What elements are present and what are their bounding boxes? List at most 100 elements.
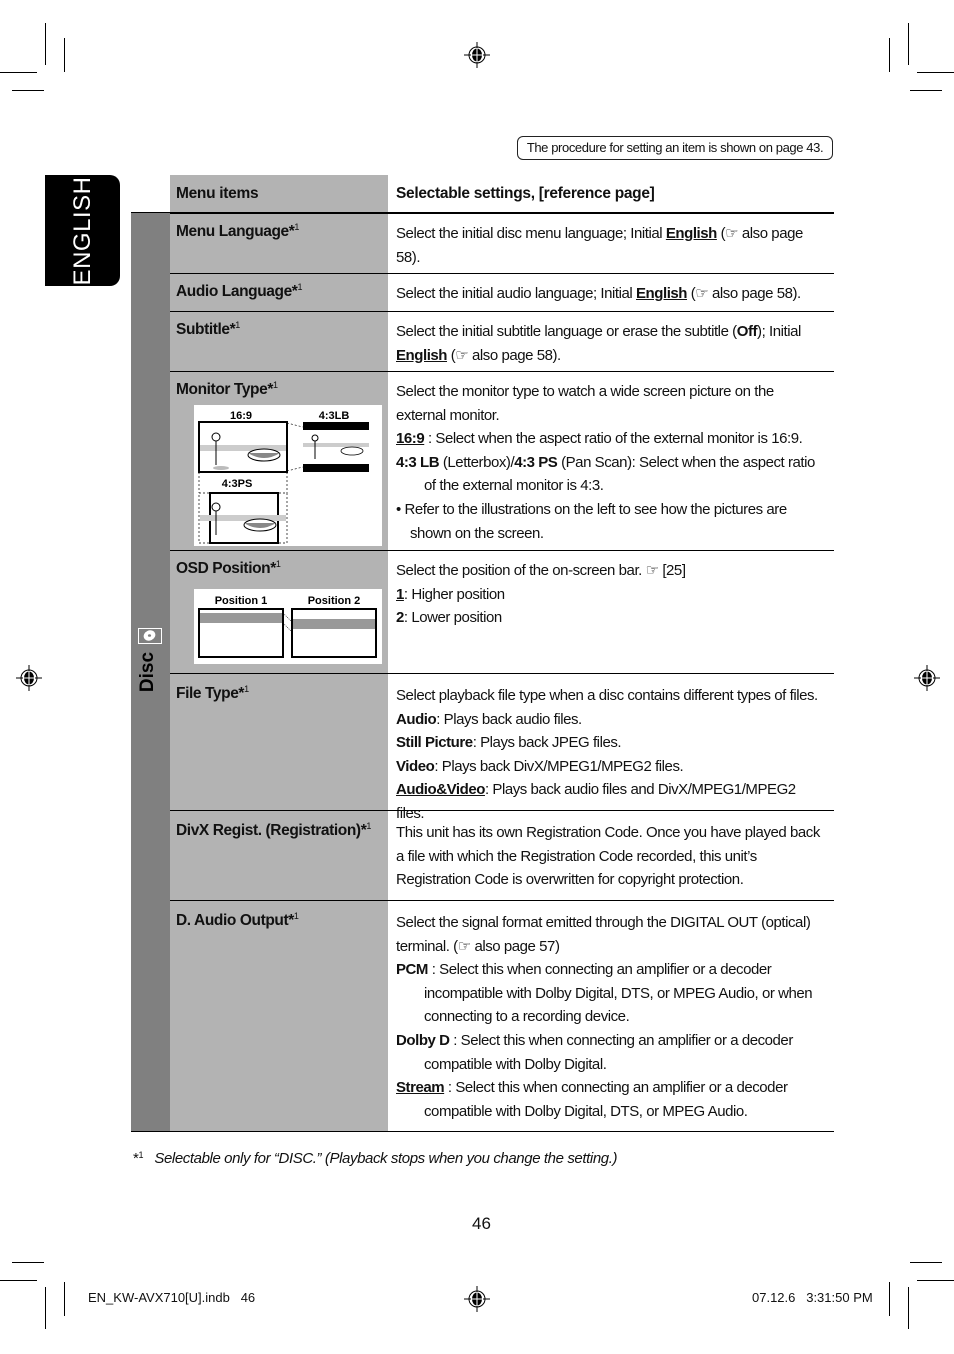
- description-text: : Higher position: [403, 585, 505, 603]
- description-line: Select the signal format emitted through…: [396, 911, 826, 958]
- disc-icon: [138, 628, 162, 644]
- description-line: 1: Higher position: [396, 583, 826, 607]
- row-divider: [170, 900, 834, 901]
- crop-mark: [908, 23, 909, 65]
- section-label: Disc: [137, 651, 158, 693]
- description-text: : Plays back audio files.: [436, 710, 582, 728]
- menu-item-label: OSD Position*1: [176, 559, 281, 577]
- option-name: PCM: [396, 961, 428, 979]
- menu-item-description: Select the signal format emitted through…: [396, 911, 826, 1123]
- description-line: Select playback file type when a disc co…: [396, 684, 826, 708]
- description-text: : Select this when connecting an amplifi…: [424, 1079, 788, 1120]
- option-name: Stream: [396, 1079, 445, 1097]
- description-line: Select the initial subtitle language or …: [396, 320, 826, 367]
- description-line: 2: Lower position: [396, 606, 826, 630]
- header-selectable-settings: Selectable settings, [reference page]: [388, 175, 834, 213]
- screen-16-9: [198, 421, 288, 473]
- header-menu-items: Menu items: [170, 175, 388, 213]
- illustration-label: 4:3PS: [222, 478, 253, 490]
- option-name: 4:3 PS: [514, 453, 558, 471]
- description-text: (Letterbox)/: [439, 453, 515, 471]
- description-line: 4:3 LB (Letterbox)/4:3 PS (Pan Scan): Se…: [396, 451, 826, 498]
- option-name: 2: [396, 609, 404, 627]
- registration-mark-icon: [464, 42, 490, 68]
- osd-screen-position-2: [291, 608, 377, 658]
- menu-item-label: Audio Language*1: [176, 282, 303, 300]
- monitor-type-illustration: 16:9 4:3LB 4:3PS: [194, 405, 382, 546]
- description-text: Select the monitor type to watch a wide …: [396, 383, 774, 424]
- table-row: DivX Regist. (Registration)*1 This unit …: [170, 813, 834, 900]
- menu-item-description: Select the initial subtitle language or …: [396, 320, 826, 367]
- menu-item-label: DivX Regist. (Registration)*1: [176, 821, 371, 839]
- description-line: Stream : Select this when connecting an …: [396, 1076, 826, 1123]
- osd-position-illustration: Position 1 Position 2: [194, 589, 382, 664]
- menu-item-description: This unit has its own Registration Code.…: [396, 821, 826, 892]
- option-name: Audio&Video: [396, 781, 485, 799]
- description-text: : Lower position: [403, 609, 502, 627]
- row-divider: [170, 673, 834, 674]
- illustration-label: Position 2: [308, 595, 361, 607]
- menu-item-description: Select the position of the on-screen bar…: [396, 559, 826, 630]
- description-text: Select the initial subtitle language or …: [396, 323, 737, 340]
- description-text: (☞ also page 58).: [687, 285, 801, 302]
- description-text: : Select when the aspect ratio of the ex…: [424, 430, 803, 448]
- language-tab-label: ENGLISH: [68, 176, 96, 285]
- table-row: Menu Language*1 Select the initial disc …: [170, 214, 834, 273]
- description-text: : Plays back JPEG files.: [472, 734, 622, 752]
- menu-item-label: Subtitle*1: [176, 320, 240, 338]
- illustration-label: Position 1: [215, 595, 268, 607]
- row-divider: [170, 810, 834, 811]
- crop-mark: [12, 1262, 44, 1263]
- table-row: Audio Language*1 Select the initial audi…: [170, 274, 834, 311]
- option-name: Audio: [396, 710, 437, 728]
- procedure-note: The procedure for setting an item is sho…: [517, 136, 833, 160]
- registration-mark-icon: [464, 1286, 490, 1312]
- crop-mark: [917, 1280, 954, 1281]
- description-line: 16:9 : Select when the aspect ratio of t…: [396, 427, 826, 451]
- page-number: 46: [472, 1214, 491, 1233]
- description-text: Select playback file type when a disc co…: [396, 687, 818, 704]
- crop-mark: [64, 38, 65, 72]
- menu-item-label: File Type*1: [176, 684, 249, 702]
- slug-filename: EN_KW-AVX710[U].indb 46: [88, 1290, 256, 1305]
- option-name: Still Picture: [396, 734, 473, 752]
- menu-item-description: Select playback file type when a disc co…: [396, 684, 826, 826]
- registration-mark-icon: [16, 665, 42, 691]
- table-bottom-rule: [131, 1131, 834, 1132]
- crop-mark: [889, 38, 890, 72]
- description-line: Select the initial disc menu language; I…: [396, 222, 826, 269]
- description-text: Select the signal format emitted through…: [396, 914, 811, 955]
- description-text: Select the initial audio language; Initi…: [396, 285, 636, 302]
- description-text: This unit has its own Registration Code.…: [396, 824, 820, 889]
- crop-mark: [917, 72, 954, 73]
- description-line: Select the monitor type to watch a wide …: [396, 380, 826, 427]
- osd-screen-position-1: [198, 608, 284, 658]
- menu-item-label: D. Audio Output*1: [176, 911, 299, 929]
- crop-mark: [0, 72, 37, 73]
- description-text: (☞ also page 58).: [447, 346, 561, 364]
- description-line: Still Picture: Plays back JPEG files.: [396, 731, 826, 755]
- description-line: Dolby D : Select this when connecting an…: [396, 1029, 826, 1076]
- description-line: Audio: Plays back audio files.: [396, 708, 826, 732]
- screen-4-3-lb: [303, 422, 369, 472]
- description-text: ); Initial: [757, 323, 801, 340]
- menu-item-description: Select the initial audio language; Initi…: [396, 282, 826, 306]
- option-name: English: [636, 285, 688, 302]
- description-line: This unit has its own Registration Code.…: [396, 821, 826, 892]
- table-row: D. Audio Output*1 Select the signal form…: [170, 903, 834, 1131]
- menu-item-description: Select the monitor type to watch a wide …: [396, 380, 826, 545]
- illustration-label: 16:9: [230, 410, 252, 422]
- option-name: Dolby D: [396, 1031, 450, 1049]
- crop-mark: [889, 1282, 890, 1316]
- description-line: Select the initial audio language; Initi…: [396, 282, 826, 306]
- description-text: Select the initial disc menu language; I…: [396, 225, 666, 242]
- language-tab: ENGLISH: [45, 175, 120, 286]
- illustration-label: 4:3LB: [319, 410, 350, 422]
- crop-mark: [12, 90, 44, 91]
- description-text: • Refer to the illustrations on the left…: [396, 500, 787, 542]
- option-name: Video: [396, 757, 435, 775]
- menu-item-label: Monitor Type*1: [176, 380, 278, 398]
- description-line: Video: Plays back DivX/MPEG1/MPEG2 files…: [396, 755, 826, 779]
- crop-mark: [910, 1262, 942, 1263]
- option-name: English: [665, 225, 717, 242]
